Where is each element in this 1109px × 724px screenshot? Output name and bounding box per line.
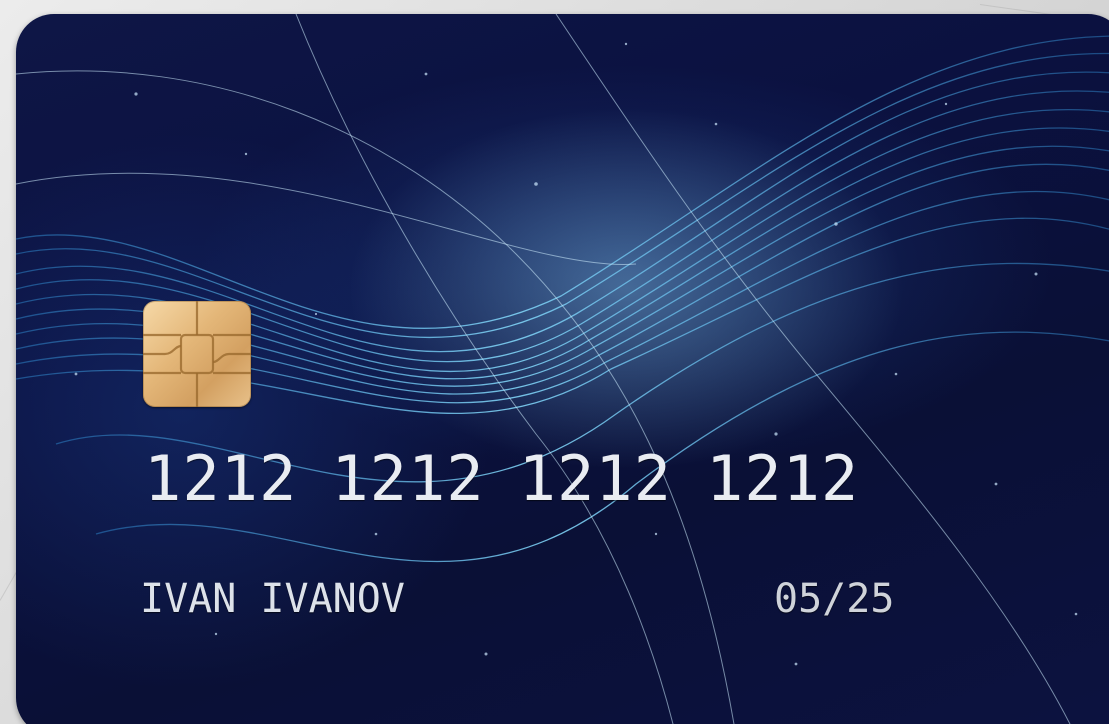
card-number-group: 1212 xyxy=(518,442,672,515)
card-number: 1212 1212 1212 1212 xyxy=(144,442,859,515)
emv-chip-icon xyxy=(143,301,251,407)
card-number-group: 1212 xyxy=(144,442,298,515)
card-number-group: 1212 xyxy=(705,442,860,515)
credit-card: 1212 1212 1212 1212 IVAN IVANOV 05/25 xyxy=(16,14,1109,724)
expiry-date: 05/25 xyxy=(774,576,895,622)
photo-backdrop: 1212 1212 1212 1212 IVAN IVANOV 05/25 xyxy=(0,0,1109,724)
card-number-group: 1212 xyxy=(331,442,485,515)
cardholder-name: IVAN IVANOV xyxy=(140,576,405,622)
